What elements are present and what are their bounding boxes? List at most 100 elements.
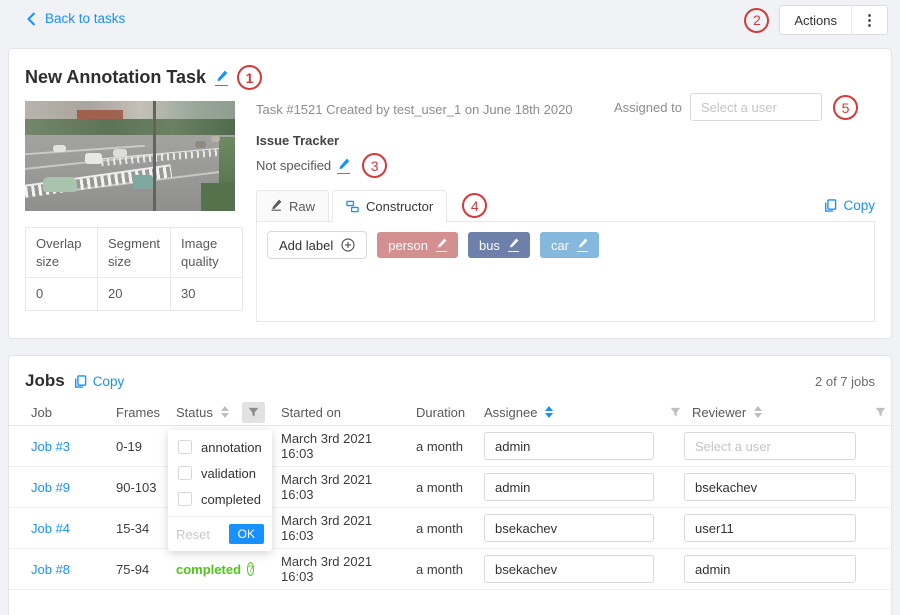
job-started-on: March 3rd 2021 16:03	[273, 431, 408, 461]
param-value-quality: 30	[171, 278, 243, 311]
add-label-button[interactable]: Add label	[267, 231, 367, 259]
job-reviewer-select[interactable]	[684, 432, 856, 460]
task-assignee-select[interactable]	[690, 93, 822, 121]
question-circle-icon[interactable]: ?	[247, 562, 254, 576]
job-started-on: March 3rd 2021 16:03	[273, 513, 408, 543]
preview-car	[211, 136, 220, 142]
job-assignee-select[interactable]	[484, 432, 654, 460]
column-duration: Duration	[408, 405, 476, 420]
sort-status-icon[interactable]	[221, 406, 229, 418]
preview-car	[195, 141, 206, 148]
copy-labels-link[interactable]: Copy	[824, 198, 875, 213]
filter-option-validation-label: validation	[201, 466, 256, 481]
job-started-on: March 3rd 2021 16:03	[273, 554, 408, 584]
job-duration: a month	[408, 562, 476, 577]
job-link[interactable]: Job #4	[9, 521, 116, 536]
filter-option-annotation-label: annotation	[201, 440, 262, 455]
preview-trees	[25, 119, 235, 135]
column-status: Status	[176, 405, 213, 420]
label-chip-bus-name: bus	[479, 238, 500, 253]
job-reviewer-select[interactable]	[684, 473, 856, 501]
job-link[interactable]: Job #9	[9, 480, 116, 495]
job-assignee-select[interactable]	[484, 514, 654, 542]
filter-ok-button[interactable]: OK	[229, 524, 264, 544]
filter-option-validation[interactable]: validation	[168, 460, 272, 486]
label-chip-bus[interactable]: bus	[468, 232, 530, 258]
filter-reset-button[interactable]: Reset	[176, 527, 210, 542]
actions-button[interactable]: Actions ⋮	[779, 5, 888, 35]
job-duration: a month	[408, 439, 476, 454]
job-frames: 75-94	[116, 562, 176, 577]
checkbox[interactable]	[178, 466, 192, 480]
edit-label-icon[interactable]	[436, 238, 447, 252]
param-value-segment: 20	[98, 278, 171, 311]
actions-button-label: Actions	[794, 13, 837, 28]
job-duration: a month	[408, 480, 476, 495]
preview-storefront	[77, 110, 123, 119]
preview-van	[133, 175, 153, 189]
issue-tracker-label: Issue Tracker	[256, 133, 339, 148]
edit-label-icon[interactable]	[577, 238, 588, 252]
jobs-count: 2 of 7 jobs	[815, 374, 875, 389]
filter-option-completed-label: completed	[201, 492, 261, 507]
pencil-icon	[270, 199, 282, 213]
param-header: Image quality	[171, 228, 243, 278]
task-parameters-table: Overlap size Segment size Image quality …	[25, 227, 243, 311]
table-row: Job #4 15-34 March 3rd 2021 16:03 a mont…	[9, 508, 891, 549]
job-reviewer-select[interactable]	[684, 555, 856, 583]
job-link[interactable]: Job #3	[9, 439, 116, 454]
jobs-title: Jobs	[25, 371, 65, 391]
task-details-card: New Annotation Task 1 Overlap size Segme…	[8, 48, 892, 339]
preview-car	[43, 177, 77, 192]
assigned-to-label: Assigned to	[614, 100, 682, 115]
block-icon	[346, 200, 359, 213]
add-label-button-label: Add label	[279, 238, 333, 253]
more-vertical-icon[interactable]: ⋮	[852, 13, 887, 28]
issue-tracker-value: Not specified	[256, 158, 331, 173]
job-frames: 90-103	[116, 480, 176, 495]
edit-label-icon[interactable]	[508, 238, 519, 252]
filter-option-annotation[interactable]: annotation	[168, 434, 272, 460]
job-duration: a month	[408, 521, 476, 536]
job-assignee-select[interactable]	[484, 555, 654, 583]
column-reviewer: Reviewer	[692, 405, 746, 420]
tab-raw[interactable]: Raw	[256, 190, 329, 221]
checkbox[interactable]	[178, 440, 192, 454]
annotation-mark-5: 5	[833, 95, 858, 120]
tab-raw-label: Raw	[289, 199, 315, 214]
chevron-left-icon	[26, 12, 36, 26]
label-chip-person[interactable]: person	[377, 232, 458, 258]
filter-reviewer-icon[interactable]	[869, 402, 892, 423]
labels-constructor-panel: Add label person bus car	[256, 221, 875, 322]
preview-car	[113, 149, 127, 157]
job-started-on: March 3rd 2021 16:03	[273, 472, 408, 502]
filter-status-icon[interactable]	[242, 402, 265, 423]
param-header: Segment size	[98, 228, 171, 278]
jobs-card: Jobs Copy 2 of 7 jobs Job Frames Status …	[8, 355, 892, 615]
task-title: New Annotation Task	[25, 67, 206, 88]
preview-buildings	[25, 101, 235, 121]
job-reviewer-select[interactable]	[684, 514, 856, 542]
label-chip-person-name: person	[388, 238, 428, 253]
label-chip-car[interactable]: car	[540, 232, 599, 258]
job-assignee-select[interactable]	[484, 473, 654, 501]
tab-constructor[interactable]: Constructor	[332, 190, 447, 222]
sort-assignee-icon[interactable]	[545, 406, 553, 418]
copy-jobs-link[interactable]: Copy	[74, 374, 125, 389]
job-status: completed	[176, 562, 241, 577]
checkbox[interactable]	[178, 492, 192, 506]
tab-constructor-label: Constructor	[366, 199, 433, 214]
job-frames: 15-34	[116, 521, 176, 536]
sort-reviewer-icon[interactable]	[754, 406, 762, 418]
job-link[interactable]: Job #8	[9, 562, 116, 577]
table-row: Job #3 0-19 March 3rd 2021 16:03 a month	[9, 426, 891, 467]
edit-issue-tracker-icon[interactable]	[337, 158, 350, 174]
task-preview-image	[25, 101, 235, 211]
filter-option-completed[interactable]: completed	[168, 486, 272, 512]
column-started-on: Started on	[273, 405, 408, 420]
copy-icon	[74, 375, 87, 388]
copy-jobs-label: Copy	[93, 374, 125, 389]
back-to-tasks-link[interactable]: Back to tasks	[26, 11, 125, 26]
plus-circle-icon	[341, 238, 355, 252]
edit-task-name-icon[interactable]	[215, 70, 228, 86]
